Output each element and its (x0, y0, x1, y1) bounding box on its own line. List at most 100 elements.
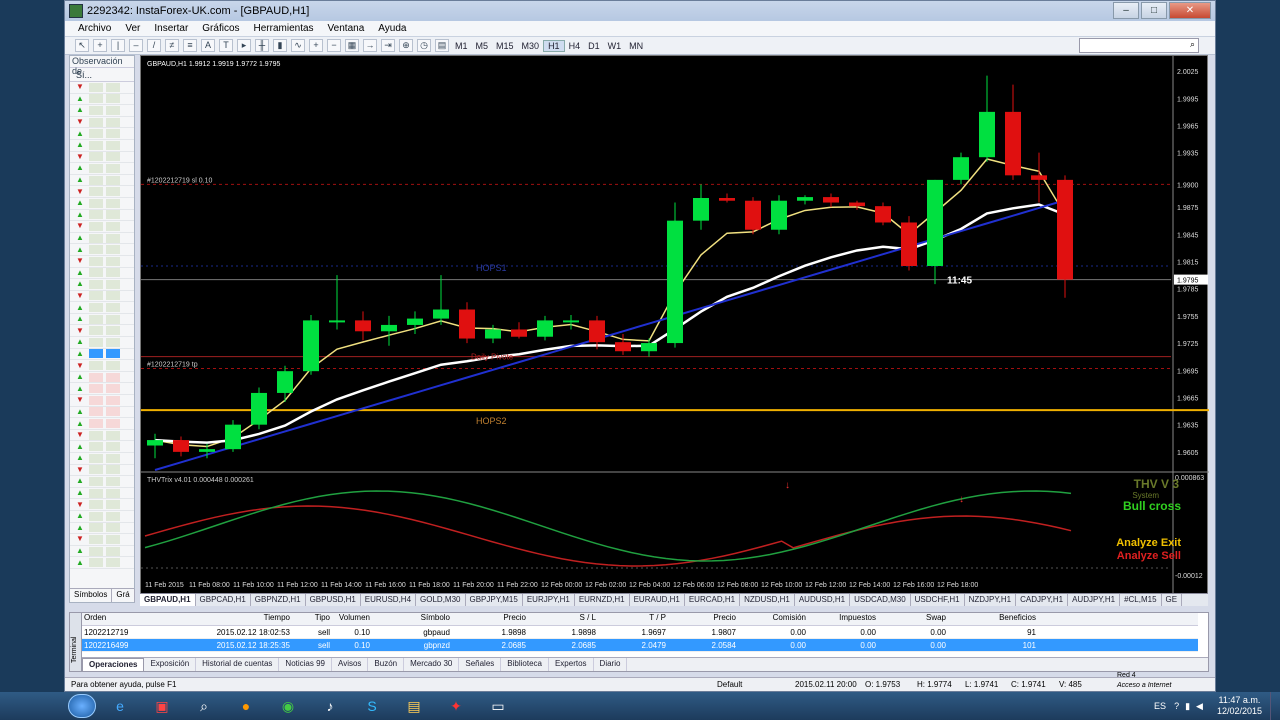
chart-tab[interactable]: USDCHF,H1 (911, 594, 965, 606)
cursor-icon[interactable]: ↖ (75, 39, 89, 52)
market-watch-row[interactable]: ▲ (70, 279, 134, 291)
close-button[interactable]: ✕ (1169, 2, 1211, 19)
market-watch-row[interactable]: ▲ (70, 94, 134, 106)
terminal-tab[interactable]: Exposición (144, 658, 197, 671)
chrome-icon[interactable]: ◉ (270, 694, 306, 718)
tf-w1[interactable]: W1 (604, 41, 626, 51)
search-app-icon[interactable]: ⌕ (186, 694, 222, 718)
clock[interactable]: 11:47 a.m. 12/02/2015 (1217, 695, 1262, 717)
market-watch-row[interactable]: ▲ (70, 244, 134, 256)
menu-ventana[interactable]: Ventana (321, 23, 372, 34)
trendline-icon[interactable]: / (147, 39, 161, 52)
firefox-icon[interactable]: ● (228, 694, 264, 718)
pdf-icon[interactable]: ▣ (144, 694, 180, 718)
shapes-icon[interactable]: ▸ (237, 39, 251, 52)
column-header[interactable]: Precio (452, 613, 528, 625)
text-icon[interactable]: A (201, 39, 215, 52)
column-header[interactable]: Precio (668, 613, 738, 625)
market-watch-row[interactable]: ▼ (70, 221, 134, 233)
terminal-tab[interactable]: Expertos (549, 658, 594, 671)
search-input[interactable]: ⌕ (1079, 38, 1199, 53)
explorer-icon[interactable]: ▤ (396, 694, 432, 718)
chart-tab[interactable]: EURJPY,H1 (523, 594, 575, 606)
channel-icon[interactable]: ≠ (165, 39, 179, 52)
show-desktop-button[interactable] (1270, 692, 1280, 720)
chart-tab[interactable]: GBPAUD,H1 (140, 594, 196, 606)
tf-m1[interactable]: M1 (451, 41, 472, 51)
market-watch-row[interactable]: ▼ (70, 186, 134, 198)
chart-tab[interactable]: GBPUSD,H1 (306, 594, 361, 606)
chart-tab[interactable]: USDCAD,M30 (850, 594, 911, 606)
chart-tab[interactable]: GBPJPY,M15 (466, 594, 523, 606)
market-watch-row[interactable]: ▼ (70, 82, 134, 94)
terminal-tab[interactable]: Operaciones (82, 658, 145, 671)
market-watch-row[interactable]: ▲ (70, 372, 134, 384)
chart-tab[interactable]: EURCAD,H1 (685, 594, 741, 606)
market-watch-row[interactable]: ▼ (70, 117, 134, 129)
terminal-tab[interactable]: Avisos (332, 658, 369, 671)
media-icon[interactable]: ♪ (312, 694, 348, 718)
market-watch-row[interactable]: ▲ (70, 210, 134, 222)
market-watch-row[interactable]: ▼ (70, 360, 134, 372)
zoom-out-icon[interactable]: − (327, 39, 341, 52)
menu-graficos[interactable]: Gráficos (195, 23, 246, 34)
terminal-tab[interactable]: Noticias 99 (279, 658, 332, 671)
column-header[interactable]: Swap (878, 613, 948, 625)
market-watch-row[interactable]: ▲ (70, 453, 134, 465)
tf-h4[interactable]: H4 (565, 41, 585, 51)
chart-tab[interactable]: GBPNZD,H1 (251, 594, 306, 606)
price-chart[interactable]: 2.0025 1.9995 1.9965 1.9935 1.9900 1.9875 1.98… (140, 55, 1209, 605)
network-icon[interactable]: ▮ (1185, 701, 1190, 712)
market-watch-row[interactable]: ▼ (70, 395, 134, 407)
tab-simbolos[interactable]: Símbolos (70, 589, 113, 602)
zoom-in-icon[interactable]: + (309, 39, 323, 52)
market-watch-row[interactable]: ▼ (70, 430, 134, 442)
crosshair-icon[interactable]: + (93, 39, 107, 52)
terminal-tab[interactable]: Mercado 30 (404, 658, 460, 671)
tf-m5[interactable]: M5 (472, 41, 493, 51)
market-watch-row[interactable]: ▼ (70, 534, 134, 546)
menu-archivo[interactable]: Archivo (71, 23, 118, 34)
market-watch-row[interactable]: ▲ (70, 128, 134, 140)
market-watch-row[interactable]: ▲ (70, 511, 134, 523)
menu-ver[interactable]: Ver (118, 23, 147, 34)
column-header[interactable]: Impuestos (808, 613, 878, 625)
chart-tab[interactable]: EURNZD,H1 (575, 594, 630, 606)
tf-m30[interactable]: M30 (518, 41, 544, 51)
ie-icon[interactable]: e (102, 694, 138, 718)
market-watch-row[interactable]: ▲ (70, 302, 134, 314)
shift-icon[interactable]: ⇥ (381, 39, 395, 52)
menu-ayuda[interactable]: Ayuda (371, 23, 413, 34)
market-watch-row[interactable]: ▲ (70, 476, 134, 488)
tf-d1[interactable]: D1 (584, 41, 604, 51)
horizontal-line-icon[interactable]: – (129, 39, 143, 52)
market-watch-row[interactable]: ▲ (70, 488, 134, 500)
market-watch-row[interactable]: ▲ (70, 268, 134, 280)
tf-mn[interactable]: MN (625, 41, 647, 51)
volume-icon[interactable]: ◀ (1196, 701, 1203, 712)
autoscroll-icon[interactable]: → (363, 39, 377, 52)
market-watch-row[interactable]: ▼ (70, 152, 134, 164)
market-watch-row[interactable]: ▲ (70, 233, 134, 245)
vertical-line-icon[interactable]: | (111, 39, 125, 52)
skype-icon[interactable]: S (354, 694, 390, 718)
column-header[interactable]: Volumen (332, 613, 372, 625)
market-watch-row[interactable]: ▲ (70, 546, 134, 558)
minimize-button[interactable]: – (1113, 2, 1139, 19)
chart-tab[interactable]: GBPCAD,H1 (196, 594, 251, 606)
market-watch-row[interactable]: ▲ (70, 523, 134, 535)
market-watch-row[interactable]: ▲ (70, 163, 134, 175)
fibonacci-icon[interactable]: ≡ (183, 39, 197, 52)
help-icon[interactable]: ? (1174, 701, 1179, 711)
column-header[interactable]: T / P (598, 613, 668, 625)
column-header[interactable]: Beneficios (948, 613, 1038, 625)
terminal-tab[interactable]: Biblioteca (501, 658, 549, 671)
tf-h1[interactable]: H1 (543, 39, 565, 52)
market-watch-row[interactable]: ▼ (70, 291, 134, 303)
market-watch-row[interactable]: ▼ (70, 499, 134, 511)
market-watch-row[interactable]: ▲ (70, 407, 134, 419)
market-watch-row[interactable]: ▲ (70, 175, 134, 187)
candle-chart-icon[interactable]: ▮ (273, 39, 287, 52)
market-watch-row[interactable]: ▲ (70, 314, 134, 326)
chart-tab[interactable]: #CL,M15 (1120, 594, 1162, 606)
